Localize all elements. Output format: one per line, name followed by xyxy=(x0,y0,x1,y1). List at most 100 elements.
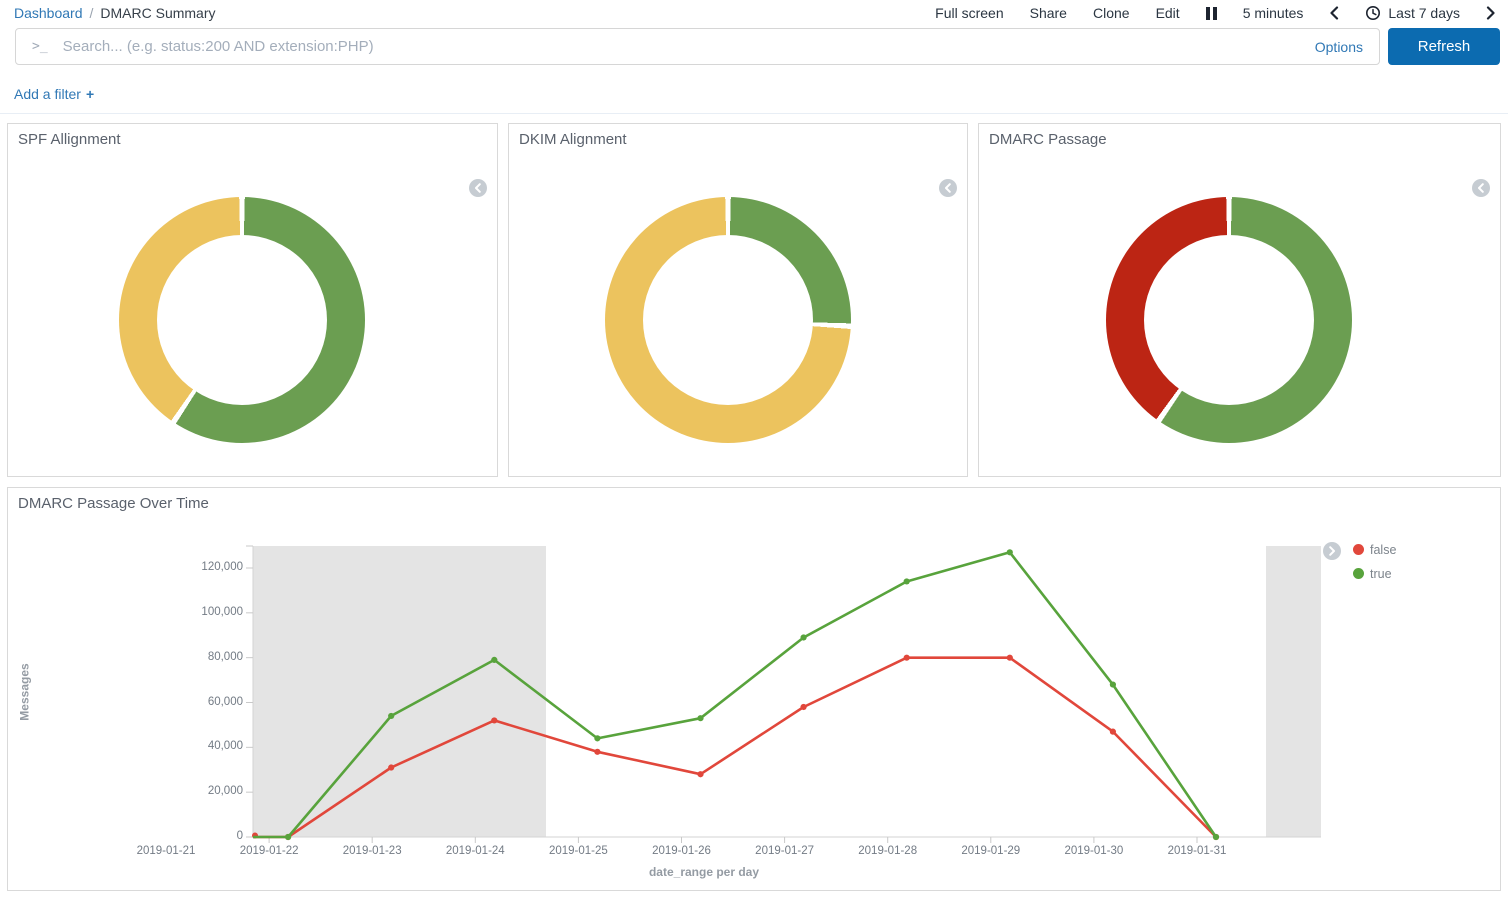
line-chart-legend: false true xyxy=(1323,542,1396,581)
y-axis-tick-label: 60,000 xyxy=(155,696,243,708)
search-box: >_ Options xyxy=(15,28,1380,65)
legend-label: false xyxy=(1370,543,1396,557)
console-prompt-icon: >_ xyxy=(32,39,48,54)
data-point-false[interactable] xyxy=(904,655,910,661)
legend-item-true[interactable]: true xyxy=(1353,566,1396,581)
time-range-label: Last 7 days xyxy=(1388,5,1460,21)
data-point-true[interactable] xyxy=(1213,834,1219,840)
chevron-right-icon xyxy=(1486,6,1496,20)
panel-title: DMARC Passage Over Time xyxy=(18,495,209,512)
chevron-left-icon xyxy=(1477,183,1485,193)
line-chart-svg xyxy=(253,546,1321,837)
time-picker-button[interactable]: Last 7 days xyxy=(1365,5,1460,21)
breadcrumb: Dashboard / DMARC Summary xyxy=(14,5,216,21)
data-point-false[interactable] xyxy=(491,717,497,723)
y-axis-tick-label: 100,000 xyxy=(155,606,243,618)
time-back-button[interactable] xyxy=(1329,6,1339,20)
panel-title: DKIM Alignment xyxy=(519,131,627,148)
query-bar: >_ Options Refresh xyxy=(15,28,1500,65)
x-axis-tick-label: 2019-01-23 xyxy=(320,845,424,857)
full-screen-button[interactable]: Full screen xyxy=(935,5,1003,21)
top-bar: Dashboard / DMARC Summary Full screen Sh… xyxy=(0,0,1508,26)
clock-icon xyxy=(1365,5,1381,21)
plus-icon: + xyxy=(86,86,94,102)
breadcrumb-separator: / xyxy=(90,5,94,21)
x-axis-title: date_range per day xyxy=(253,865,1155,879)
breadcrumb-dashboard-link[interactable]: Dashboard xyxy=(14,5,83,21)
data-point-true[interactable] xyxy=(491,657,497,663)
data-point-true[interactable] xyxy=(697,715,703,721)
share-button[interactable]: Share xyxy=(1030,5,1067,21)
y-axis-tick-label: 20,000 xyxy=(155,785,243,797)
y-axis-tick-label: 120,000 xyxy=(155,561,243,573)
chevron-left-icon xyxy=(474,183,482,193)
chevron-right-icon xyxy=(1328,546,1336,556)
edit-button[interactable]: Edit xyxy=(1156,5,1180,21)
panel-dkim-alignment: DKIM Alignment xyxy=(508,123,968,477)
x-axis-tick-label: 2019-01-24 xyxy=(423,845,527,857)
y-axis-tick-label: 40,000 xyxy=(155,740,243,752)
panel-dmarc-passage: DMARC Passage xyxy=(978,123,1501,477)
endzone-right xyxy=(1266,546,1321,837)
options-link[interactable]: Options xyxy=(1315,39,1363,55)
data-point-true[interactable] xyxy=(388,713,394,719)
clone-button[interactable]: Clone xyxy=(1093,5,1130,21)
legend-toggle-icon[interactable] xyxy=(1472,179,1490,197)
legend-toggle-icon[interactable] xyxy=(939,179,957,197)
x-axis-tick-label: 2019-01-30 xyxy=(1042,845,1146,857)
legend-toggle-icon[interactable] xyxy=(1323,542,1341,560)
x-axis-tick-label: 2019-01-29 xyxy=(939,845,1043,857)
dmarc-donut-chart[interactable] xyxy=(1106,197,1352,443)
data-point-true[interactable] xyxy=(1110,681,1116,687)
add-filter-link[interactable]: Add a filter + xyxy=(14,86,94,102)
section-divider xyxy=(0,113,1508,114)
x-axis-tick-label: 2019-01-25 xyxy=(526,845,630,857)
data-point-false[interactable] xyxy=(801,704,807,710)
panel-title: SPF Allignment xyxy=(18,131,121,148)
y-axis-title: Messages xyxy=(0,546,55,837)
x-axis-tick-label: 2019-01-26 xyxy=(630,845,734,857)
x-axis-tick-label: 2019-01-27 xyxy=(733,845,837,857)
legend-dot-true xyxy=(1353,568,1364,579)
panel-dmarc-passage-over-time: DMARC Passage Over Time 020,00040,00060,… xyxy=(7,487,1501,891)
filter-bar: Add a filter + xyxy=(14,86,94,102)
x-axis-tick-label: 2019-01-22 xyxy=(217,845,321,857)
legend-toggle-icon[interactable] xyxy=(469,179,487,197)
legend-item-false[interactable]: false xyxy=(1353,542,1396,557)
pause-icon[interactable] xyxy=(1206,7,1217,20)
line-chart-area: 020,00040,00060,00080,000100,000120,0002… xyxy=(253,546,1321,837)
legend-label: true xyxy=(1370,567,1392,581)
data-point-true[interactable] xyxy=(1007,549,1013,555)
legend-items: false true xyxy=(1353,542,1396,581)
endzone-left xyxy=(253,546,546,837)
data-point-true[interactable] xyxy=(285,834,291,840)
data-point-false[interactable] xyxy=(1007,655,1013,661)
y-axis-tick-label: 0 xyxy=(155,830,243,842)
panel-spf-alignment: SPF Allignment xyxy=(7,123,498,477)
data-point-false[interactable] xyxy=(388,764,394,770)
x-axis-tick-label: 2019-01-31 xyxy=(1145,845,1249,857)
data-point-true[interactable] xyxy=(801,634,807,640)
refresh-button[interactable]: Refresh xyxy=(1388,28,1500,65)
x-axis-tick-label: 2019-01-21 xyxy=(114,845,218,857)
add-filter-label: Add a filter xyxy=(14,86,81,102)
legend-dot-false xyxy=(1353,544,1364,555)
x-axis-tick-label: 2019-01-28 xyxy=(836,845,940,857)
chevron-left-icon xyxy=(1329,6,1339,20)
data-point-false[interactable] xyxy=(697,771,703,777)
data-point-false[interactable] xyxy=(1110,729,1116,735)
refresh-interval-button[interactable]: 5 minutes xyxy=(1243,5,1304,21)
data-point-false[interactable] xyxy=(594,749,600,755)
kibana-dashboard: Dashboard / DMARC Summary Full screen Sh… xyxy=(0,0,1508,898)
top-menu: Full screen Share Clone Edit 5 minutes L… xyxy=(935,5,1496,21)
dkim-donut-chart[interactable] xyxy=(605,197,851,443)
y-axis-tick-label: 80,000 xyxy=(155,651,243,663)
time-forward-button[interactable] xyxy=(1486,6,1496,20)
chevron-left-icon xyxy=(944,183,952,193)
data-point-true[interactable] xyxy=(904,578,910,584)
spf-donut-chart[interactable] xyxy=(119,197,365,443)
panel-title: DMARC Passage xyxy=(989,131,1107,148)
page-title: DMARC Summary xyxy=(100,5,215,21)
search-input[interactable] xyxy=(61,37,1303,56)
data-point-true[interactable] xyxy=(594,735,600,741)
